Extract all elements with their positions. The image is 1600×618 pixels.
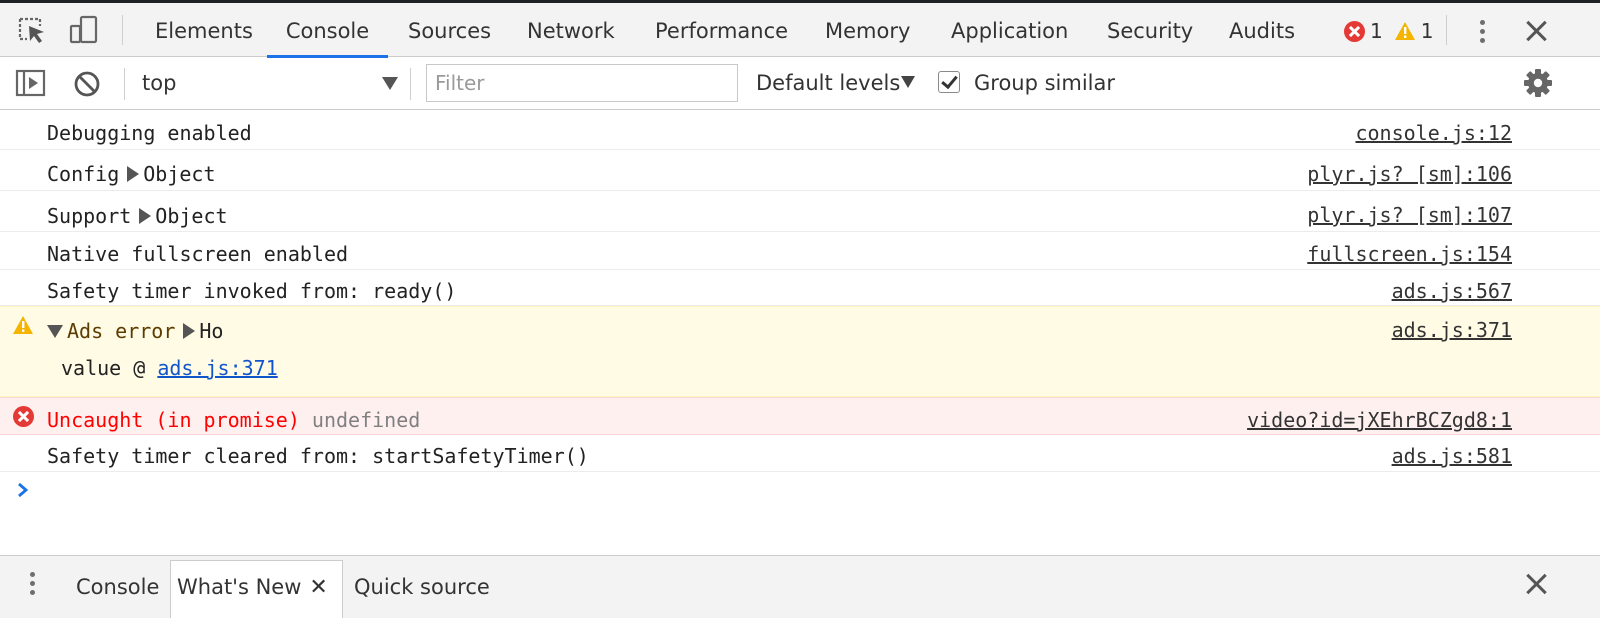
drawer-tab-label: What's New xyxy=(177,575,302,599)
console-message: Native fullscreen enabled fullscreen.js:… xyxy=(0,232,1600,270)
drawer-tab-bar: Console What's New ✕ Quick source xyxy=(0,555,1600,618)
message-label: Support xyxy=(47,204,132,228)
console-message: Support Object plyr.js? [sm]:107 xyxy=(0,191,1600,232)
console-error-message: Uncaught (in promise) undefined video?id… xyxy=(0,397,1600,435)
console-warning-message: Ads error Ho value @ ads.js:371 ads.js:37… xyxy=(0,306,1600,397)
stack-function: value @ xyxy=(61,356,146,380)
toolbar-separator xyxy=(410,68,411,100)
tab-application[interactable]: Application xyxy=(941,3,1078,57)
source-link[interactable]: plyr.js? [sm]:106 xyxy=(1307,162,1512,186)
source-link[interactable]: plyr.js? [sm]:107 xyxy=(1307,203,1512,227)
source-link[interactable]: console.js:12 xyxy=(1355,121,1512,145)
close-drawer-icon[interactable] xyxy=(1523,570,1551,598)
warning-icon xyxy=(13,316,33,334)
object-preview[interactable]: Object xyxy=(155,204,227,228)
warning-count: 1 xyxy=(1420,19,1434,43)
source-link[interactable]: video?id=jXEhrBCZgd8:1 xyxy=(1247,408,1512,432)
message-text: Safety timer invoked from: ready() xyxy=(47,279,457,303)
kebab-menu-icon[interactable] xyxy=(1472,17,1492,45)
toolbar-separator xyxy=(1446,15,1447,45)
clear-console-icon[interactable] xyxy=(72,69,102,99)
tab-network[interactable]: Network xyxy=(517,3,625,57)
message-text: Safety timer cleared from: startSafetyTi… xyxy=(47,444,589,468)
object-preview[interactable]: Object xyxy=(143,162,215,186)
message-content: Ads error Ho xyxy=(47,319,223,343)
message-label: Ads error xyxy=(67,319,176,343)
tab-elements[interactable]: Elements xyxy=(145,3,263,57)
warning-icon xyxy=(1394,22,1415,40)
gear-icon[interactable] xyxy=(1522,67,1554,99)
source-link[interactable]: ads.js:581 xyxy=(1392,444,1512,468)
message-content: Uncaught (in promise) undefined xyxy=(47,408,420,432)
console-message: Safety timer cleared from: startSafetyTi… xyxy=(0,435,1600,472)
group-similar-checkbox[interactable] xyxy=(938,71,960,93)
console-toolbar: top Default levels Group similar xyxy=(0,58,1600,110)
filter-input[interactable] xyxy=(426,64,738,102)
expand-triangle-icon[interactable] xyxy=(139,208,152,224)
object-preview[interactable]: Ho xyxy=(199,319,223,343)
levels-dropdown-arrow-icon[interactable] xyxy=(901,76,915,88)
tab-sources[interactable]: Sources xyxy=(398,3,501,57)
show-sidebar-icon[interactable] xyxy=(14,68,48,98)
collapse-triangle-icon[interactable] xyxy=(47,325,63,338)
error-icon xyxy=(13,406,34,427)
toolbar-separator xyxy=(122,15,123,45)
message-label: Config xyxy=(47,162,120,186)
message-content: Config Object xyxy=(47,162,216,186)
toolbar-separator xyxy=(124,68,125,100)
expand-triangle-icon[interactable] xyxy=(183,323,196,339)
console-message: Config Object plyr.js? [sm]:106 xyxy=(0,150,1600,191)
source-link[interactable]: fullscreen.js:154 xyxy=(1307,242,1512,266)
message-content: Support Object xyxy=(47,204,228,228)
inspect-element-icon[interactable] xyxy=(14,13,50,47)
drawer-tab-quick-source[interactable]: Quick source xyxy=(348,562,496,613)
tab-security[interactable]: Security xyxy=(1097,3,1203,57)
tab-audits[interactable]: Audits xyxy=(1219,3,1305,57)
console-prompt-icon[interactable] xyxy=(16,482,30,498)
source-link[interactable]: ads.js:371 xyxy=(1392,318,1512,342)
tab-performance[interactable]: Performance xyxy=(645,3,798,57)
device-toolbar-icon[interactable] xyxy=(66,13,102,47)
error-value: undefined xyxy=(311,408,421,432)
error-icon xyxy=(1344,20,1365,42)
drawer-menu-icon[interactable] xyxy=(22,570,42,598)
context-selector[interactable]: top xyxy=(142,71,176,95)
devtools-tab-bar: Elements Console Sources Network Perform… xyxy=(0,3,1600,58)
stack-link[interactable]: ads.js:371 xyxy=(157,356,277,380)
stack-frame: value @ ads.js:371 xyxy=(61,356,278,380)
error-warning-counter[interactable]: 1 1 xyxy=(1344,19,1433,43)
error-count: 1 xyxy=(1370,19,1383,43)
drawer-tab-console[interactable]: Console xyxy=(70,562,165,613)
console-message: Debugging enabled console.js:12 xyxy=(0,110,1600,150)
expand-triangle-icon[interactable] xyxy=(127,166,140,182)
tab-memory[interactable]: Memory xyxy=(815,3,920,57)
error-text: Uncaught (in promise) xyxy=(47,408,300,432)
tab-console[interactable]: Console xyxy=(267,3,388,58)
group-similar-label: Group similar xyxy=(974,71,1116,95)
console-message: Safety timer invoked from: ready() ads.j… xyxy=(0,270,1600,306)
default-levels-dropdown[interactable]: Default levels xyxy=(756,71,900,95)
message-text: Native fullscreen enabled xyxy=(47,242,349,266)
source-link[interactable]: ads.js:567 xyxy=(1392,279,1512,303)
message-text: Debugging enabled xyxy=(47,121,252,145)
close-tab-icon[interactable]: ✕ xyxy=(309,562,327,614)
context-dropdown-arrow-icon[interactable] xyxy=(382,77,398,90)
close-devtools-icon[interactable] xyxy=(1523,17,1551,45)
drawer-tab-whats-new[interactable]: What's New ✕ xyxy=(170,560,343,618)
